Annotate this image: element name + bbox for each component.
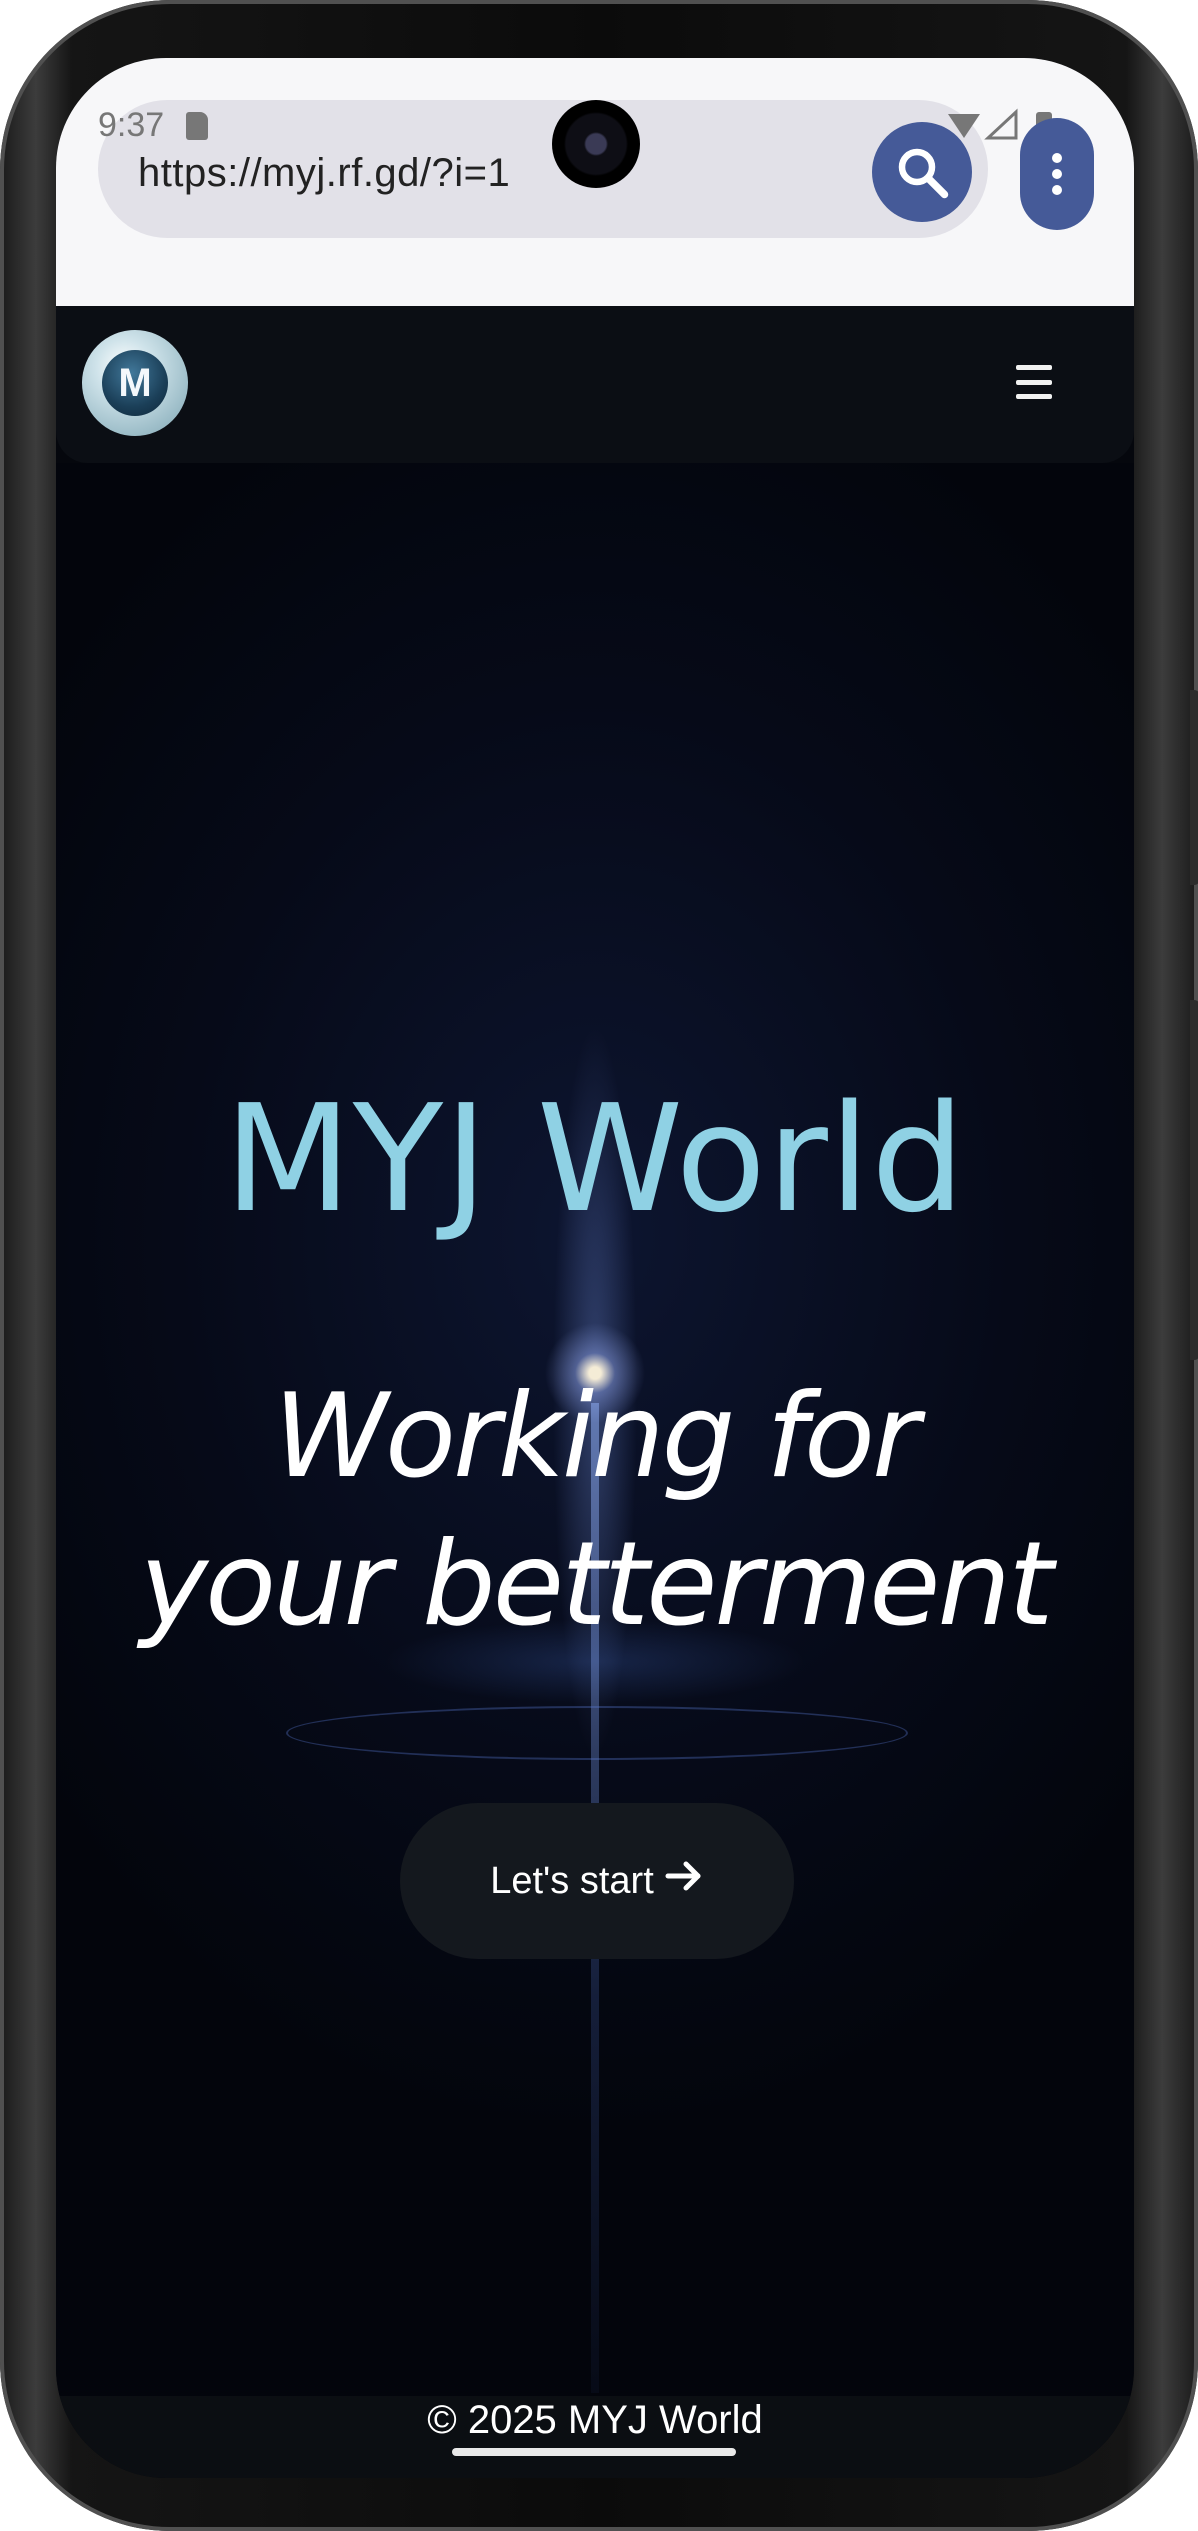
search-icon[interactable] [872,122,972,222]
power-button [1190,1000,1198,1360]
lets-start-button[interactable]: Let's start [400,1803,794,1959]
volume-button [1190,690,1198,885]
hamburger-line [1016,394,1052,399]
hamburger-line [1016,365,1052,370]
hero-subtitle: Working for your betterment [139,1369,1053,1652]
status-time: 9:37 [98,106,165,144]
hamburger-line [1016,379,1052,385]
footer-copyright: © 2025 MYJ World [427,2398,763,2442]
screen: 9:37 https://myj.rf.gd/?i=1 M MYJ World … [56,58,1134,2478]
hero-title: MYJ World [224,1073,966,1245]
site-logo[interactable]: M [82,330,188,436]
home-indicator[interactable] [452,2448,736,2456]
hamburger-icon[interactable] [1016,362,1056,402]
arrow-right-icon [664,1859,704,1903]
site-header: M [56,306,1134,463]
sd-card-icon [186,112,208,140]
logo-letter: M [102,350,168,416]
url-text[interactable]: https://myj.rf.gd/?i=1 [138,151,510,196]
more-vert-icon[interactable] [1020,118,1094,230]
browser-toolbar: 9:37 https://myj.rf.gd/?i=1 [56,58,1134,306]
hero-light-ring [286,1706,908,1760]
front-camera [552,100,640,188]
cta-label: Let's start [490,1859,654,1902]
hero-section: MYJ World Working for your betterment Le… [56,463,1134,2396]
